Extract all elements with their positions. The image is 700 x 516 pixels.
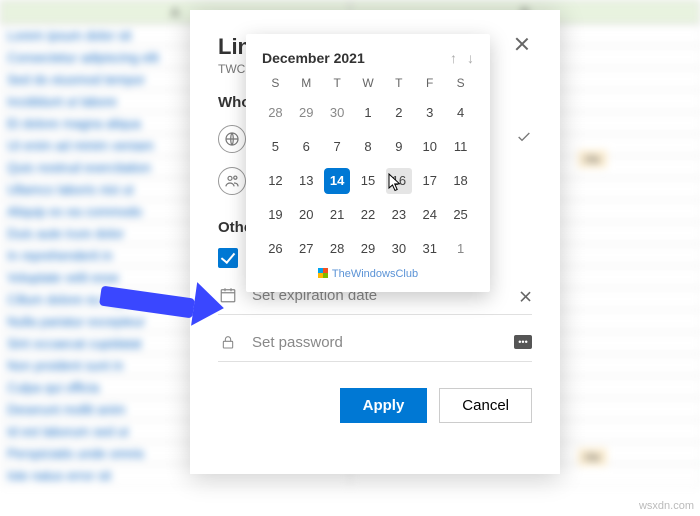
password-generate-icon[interactable]: •••	[514, 335, 532, 349]
calendar-icon	[218, 286, 238, 304]
calendar-day[interactable]: 7	[324, 134, 350, 160]
calendar-day[interactable]: 13	[293, 168, 319, 194]
calendar-day[interactable]: 30	[324, 100, 350, 126]
calendar-day[interactable]: 21	[324, 202, 350, 228]
calendar-dow: S	[260, 76, 291, 90]
lock-icon	[218, 333, 238, 351]
calendar-day[interactable]: 9	[386, 134, 412, 160]
calendar-day[interactable]: 28	[324, 236, 350, 262]
calendar-day[interactable]: 6	[293, 134, 319, 160]
calendar-day[interactable]: 8	[355, 134, 381, 160]
calendar-day[interactable]: 29	[293, 100, 319, 126]
badge: rite	[578, 150, 607, 168]
calendar-month-label[interactable]: December 2021	[262, 50, 365, 66]
calendar-dow: T	[322, 76, 353, 90]
calendar-day[interactable]: 3	[417, 100, 443, 126]
close-icon[interactable]	[512, 34, 532, 54]
calendar-day[interactable]: 23	[386, 202, 412, 228]
calendar-day[interactable]: 12	[262, 168, 288, 194]
calendar-dow: M	[291, 76, 322, 90]
calendar-day[interactable]: 5	[262, 134, 288, 160]
clear-expiration-icon[interactable]	[518, 289, 531, 302]
calendar-day[interactable]: 22	[355, 202, 381, 228]
image-credit: wsxdn.com	[639, 500, 694, 512]
windows-logo-icon	[318, 268, 328, 278]
calendar-dow: F	[414, 76, 445, 90]
password-field[interactable]: Set password •••	[218, 323, 532, 362]
calendar-day[interactable]: 25	[448, 202, 474, 228]
calendar-day[interactable]: 26	[262, 236, 288, 262]
calendar-day[interactable]: 11	[448, 134, 474, 160]
calendar-dow: S	[445, 76, 476, 90]
calendar-day[interactable]: 1	[355, 100, 381, 126]
calendar-day[interactable]: 2	[386, 100, 412, 126]
calendar-day[interactable]: 16	[386, 168, 412, 194]
calendar-day[interactable]: 20	[293, 202, 319, 228]
calendar-prev-icon[interactable]: ↑	[450, 50, 457, 66]
calendar-day[interactable]: 4	[448, 100, 474, 126]
checkbox-checked-icon[interactable]	[218, 248, 238, 268]
calendar-day[interactable]: 31	[417, 236, 443, 262]
watermark: TheWindowsClub	[260, 262, 476, 288]
calendar-day[interactable]: 10	[417, 134, 443, 160]
check-icon	[516, 129, 532, 149]
calendar-popover: December 2021 ↑ ↓ SMTWTFS282930123456789…	[246, 34, 490, 292]
cancel-button[interactable]: Cancel	[439, 388, 532, 423]
calendar-day[interactable]: 15	[355, 168, 381, 194]
calendar-next-icon[interactable]: ↓	[467, 50, 474, 66]
badge: rite	[578, 448, 607, 466]
calendar-day[interactable]: 1	[448, 236, 474, 262]
password-placeholder: Set password	[252, 334, 343, 351]
calendar-day[interactable]: 28	[262, 100, 288, 126]
calendar-day[interactable]: 19	[262, 202, 288, 228]
calendar-day[interactable]: 24	[417, 202, 443, 228]
calendar-day-selected[interactable]: 14	[324, 168, 350, 194]
calendar-dow: T	[383, 76, 414, 90]
apply-button[interactable]: Apply	[340, 388, 428, 423]
calendar-dow: W	[353, 76, 384, 90]
calendar-day[interactable]: 17	[417, 168, 443, 194]
calendar-day[interactable]: 29	[355, 236, 381, 262]
globe-icon	[218, 125, 246, 153]
people-icon	[218, 167, 246, 195]
calendar-day[interactable]: 30	[386, 236, 412, 262]
calendar-day[interactable]: 18	[448, 168, 474, 194]
calendar-day[interactable]: 27	[293, 236, 319, 262]
